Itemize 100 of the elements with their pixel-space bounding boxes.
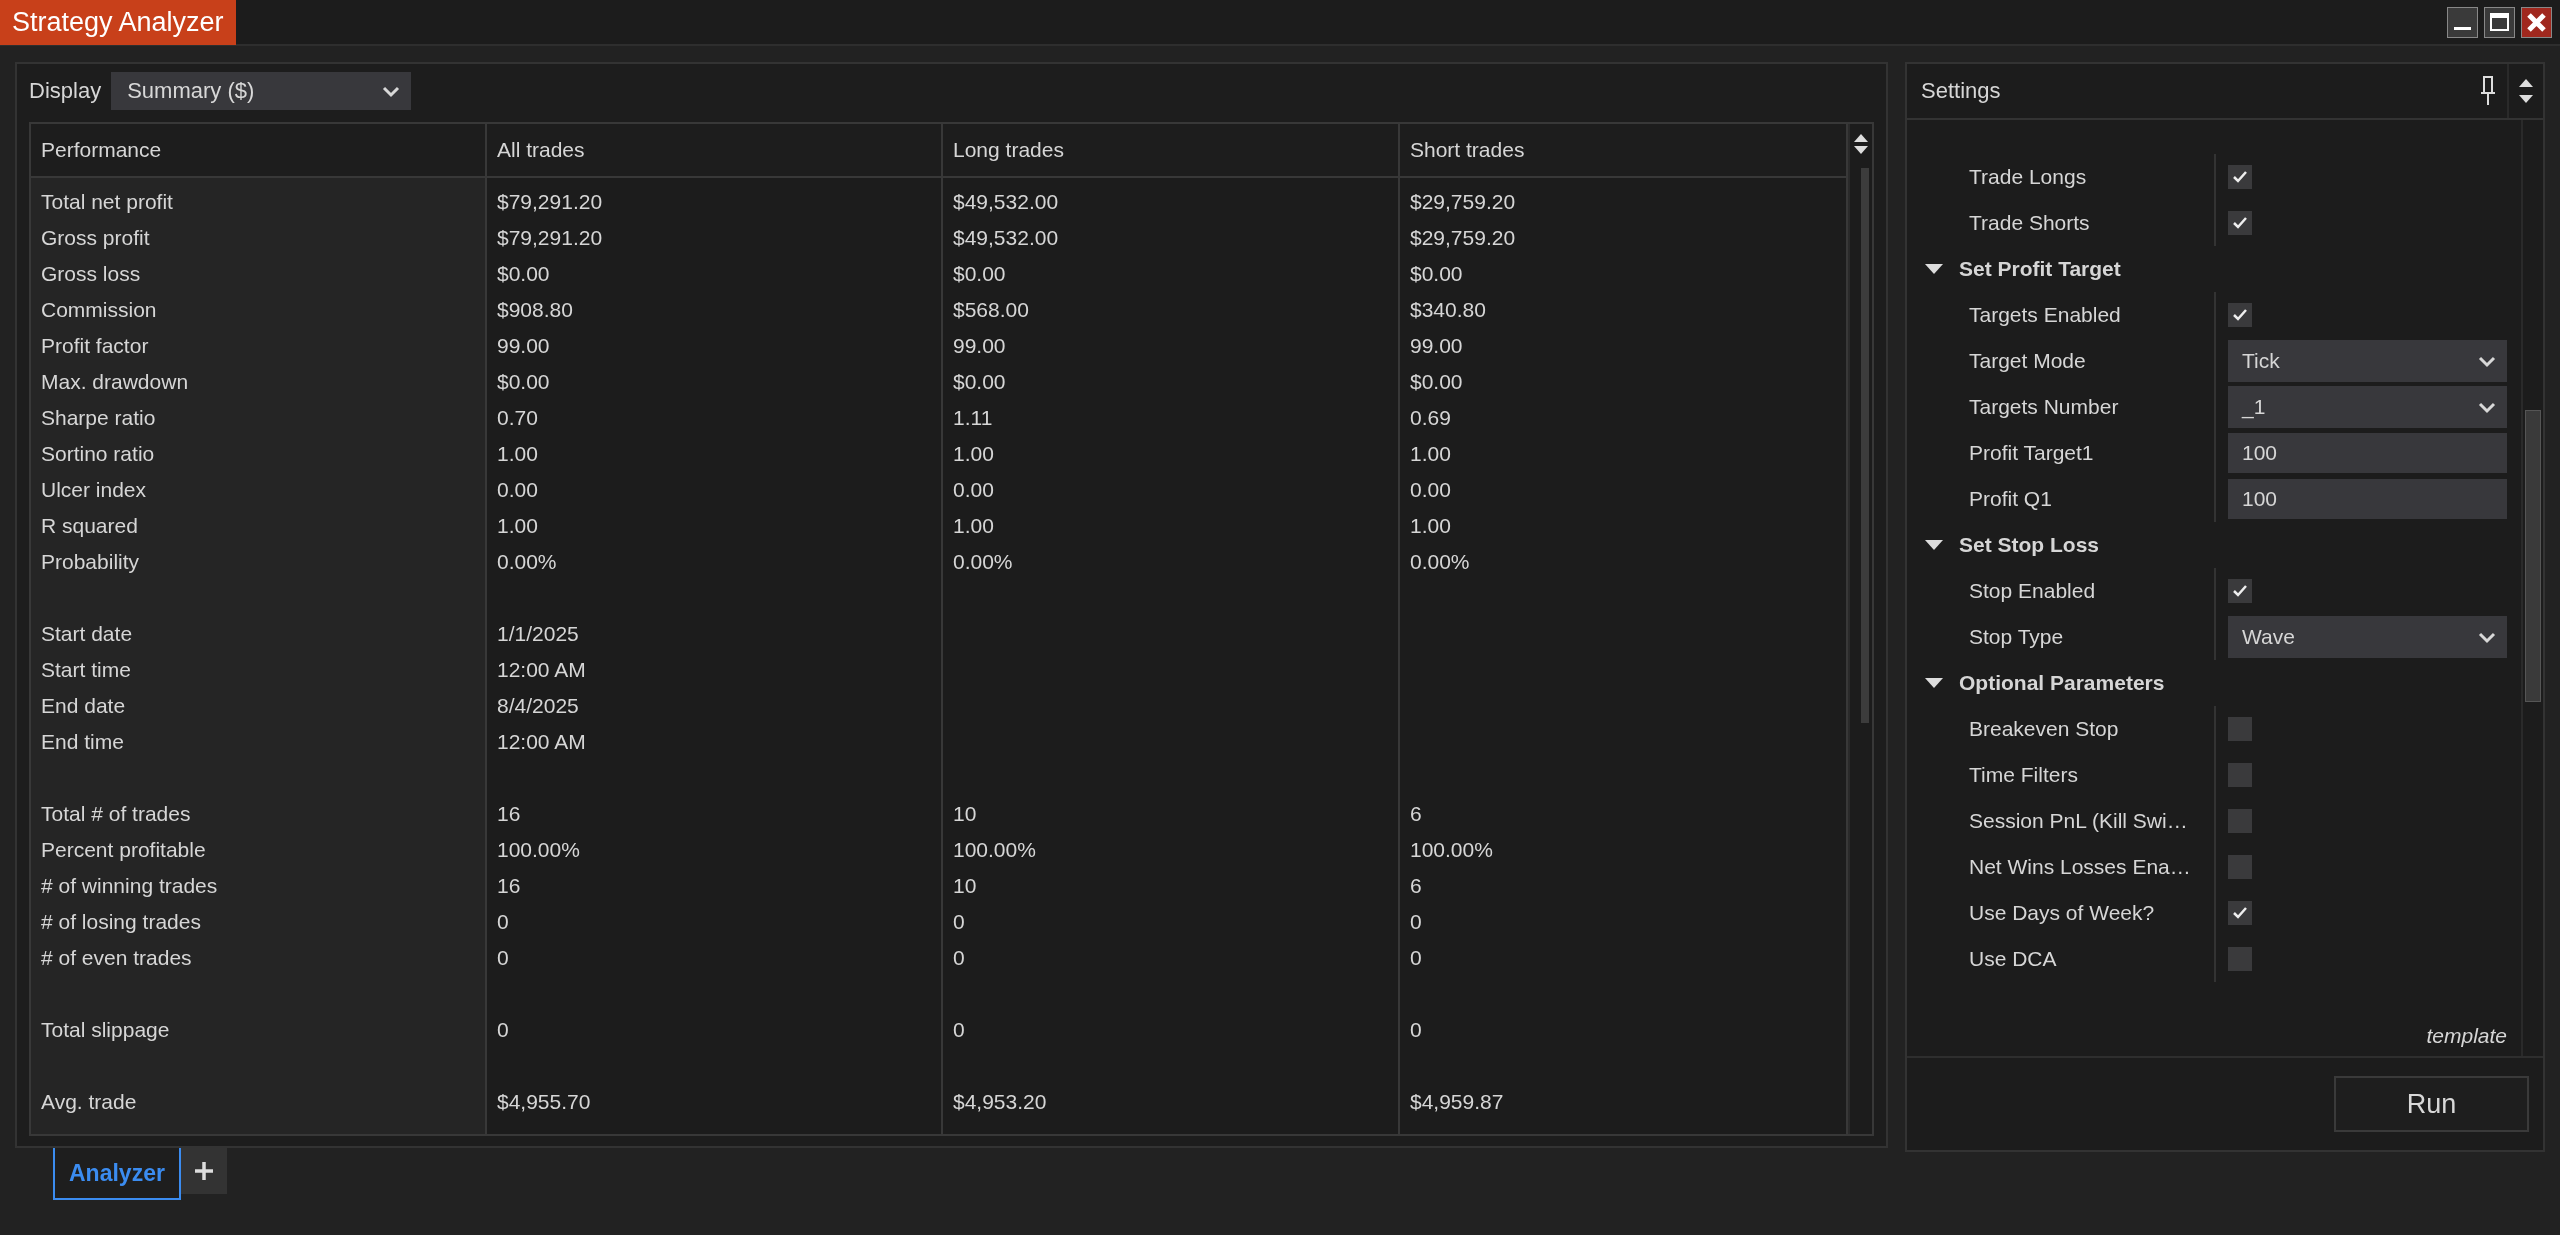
scroll-down-icon[interactable]	[2519, 95, 2533, 104]
add-tab-button[interactable]	[180, 1148, 227, 1194]
table-cell-text: $340.80	[1409, 297, 1487, 323]
scroll-down-icon[interactable]	[1854, 146, 1868, 156]
minimize-button[interactable]	[2447, 6, 2478, 38]
scrollbar[interactable]	[2521, 120, 2543, 1056]
check-icon	[2233, 171, 2247, 183]
property-label: Breakeven Stop	[1969, 717, 2119, 741]
dropdown[interactable]: Tick	[2228, 340, 2507, 382]
pin-icon[interactable]	[2481, 76, 2495, 106]
table-cell-text: 8/4/2025	[496, 693, 580, 719]
table-cell-text: $4,959.87	[1409, 1089, 1505, 1115]
run-button[interactable]: Run	[2334, 1076, 2529, 1132]
table-cell-text: 0.00%	[952, 549, 1014, 575]
column-header[interactable]: All trades	[487, 124, 943, 176]
table-cell-text: 0.00	[1409, 477, 1452, 503]
table-cell-text: $0.00	[496, 369, 551, 395]
table-cell-text: $29,759.20	[1409, 225, 1517, 251]
row-label: End time	[40, 729, 125, 755]
property-label: Profit Target1	[1969, 441, 2094, 465]
table-cell-text: 12:00 AM	[496, 657, 587, 683]
row-label: Probability	[40, 549, 141, 575]
scroll-up-icon[interactable]	[1854, 132, 1868, 142]
tab[interactable]: Analyzer	[53, 1148, 181, 1200]
number-field[interactable]: 100	[2228, 433, 2507, 473]
row-label: R squared	[40, 513, 139, 539]
check-icon	[2233, 907, 2247, 919]
row-label: # of losing trades	[40, 909, 202, 935]
table-cell-text: 0	[952, 1017, 966, 1043]
table-cell-text: 16	[496, 801, 522, 827]
row-label: Sortino ratio	[40, 441, 156, 467]
row-label: Avg. trade	[40, 1089, 138, 1115]
checkbox[interactable]	[2228, 901, 2252, 925]
dropdown[interactable]: Wave	[2228, 616, 2507, 658]
table-cell-text: 0	[952, 945, 966, 971]
row-label: # of winning trades	[40, 873, 219, 899]
category-label[interactable]: Set Profit Target	[1959, 257, 2121, 281]
category-label[interactable]: Set Stop Loss	[1959, 533, 2100, 557]
display-label: Display	[29, 78, 102, 104]
checkbox[interactable]	[2228, 763, 2252, 787]
window-title: Strategy Analyzer	[0, 0, 236, 45]
property-label: Trade Longs	[1969, 165, 2087, 189]
table-cell-text: 1.00	[496, 513, 539, 539]
table-cell-text: 1/1/2025	[496, 621, 580, 647]
close-button[interactable]	[2521, 6, 2552, 38]
column-header[interactable]: Long trades	[943, 124, 1400, 176]
scrollbar-thumb[interactable]	[1861, 168, 1869, 723]
checkbox[interactable]	[2228, 303, 2252, 327]
row-label: Profit factor	[40, 333, 150, 359]
table-cell-text: $29,759.20	[1409, 189, 1517, 215]
table-cell-text: $4,953.20	[952, 1089, 1048, 1115]
row-label: Max. drawdown	[40, 369, 190, 395]
checkbox[interactable]	[2228, 947, 2252, 971]
table-cell-text: 100.00%	[952, 837, 1037, 863]
table-cell-text: 0	[1409, 909, 1423, 935]
row-label: Start time	[40, 657, 132, 683]
display-dropdown[interactable]: Summary ($)	[111, 72, 412, 110]
table-cell-text: 1.00	[952, 513, 995, 539]
scrollbar[interactable]	[1848, 124, 1872, 1134]
table-cell-text: 1.00	[1409, 441, 1452, 467]
checkbox[interactable]	[2228, 855, 2252, 879]
check-icon	[2233, 585, 2247, 597]
checkbox[interactable]	[2228, 717, 2252, 741]
table-cell-text: 99.00	[1409, 333, 1464, 359]
collapse-triangle-icon[interactable]	[1925, 263, 1943, 275]
collapse-triangle-icon[interactable]	[1925, 677, 1943, 689]
scroll-up-icon[interactable]	[2519, 78, 2533, 87]
table-cell-text: 0.00%	[496, 549, 558, 575]
table-cell-text: 6	[1409, 873, 1423, 899]
category-label[interactable]: Optional Parameters	[1959, 671, 2165, 695]
maximize-button[interactable]	[2484, 6, 2515, 38]
collapse-triangle-icon[interactable]	[1925, 539, 1943, 551]
table-cell-text: 0	[952, 909, 966, 935]
row-label: Ulcer index	[40, 477, 148, 503]
checkbox[interactable]	[2228, 211, 2252, 235]
table-cell-text: 0.00%	[1409, 549, 1471, 575]
row-label: Commission	[40, 297, 158, 323]
property-label: Use Days of Week?	[1969, 901, 2155, 925]
row-label: End date	[40, 693, 127, 719]
property-label: Target Mode	[1969, 349, 2086, 373]
table-cell-text: 1.00	[952, 441, 995, 467]
table-cell-text: 0.69	[1409, 405, 1452, 431]
scrollbar-thumb[interactable]	[2525, 410, 2541, 702]
checkbox[interactable]	[2228, 809, 2252, 833]
table-cell-text: 1.00	[496, 441, 539, 467]
table-cell-text: $79,291.20	[496, 189, 604, 215]
check-icon	[2233, 309, 2247, 321]
number-field[interactable]: 100	[2228, 479, 2507, 519]
checkbox[interactable]	[2228, 579, 2252, 603]
table-cell-text: $49,532.00	[952, 189, 1060, 215]
table-cell-text: $0.00	[496, 261, 551, 287]
table-cell-text: 99.00	[952, 333, 1007, 359]
property-label: Targets Number	[1969, 395, 2119, 419]
row-label: Sharpe ratio	[40, 405, 157, 431]
checkbox[interactable]	[2228, 165, 2252, 189]
column-header[interactable]: Performance	[31, 124, 487, 176]
dropdown[interactable]: _1	[2228, 386, 2507, 428]
table-cell-text: 1.11	[952, 405, 994, 431]
property-label: Time Filters	[1969, 763, 2078, 787]
row-label: Gross profit	[40, 225, 151, 251]
